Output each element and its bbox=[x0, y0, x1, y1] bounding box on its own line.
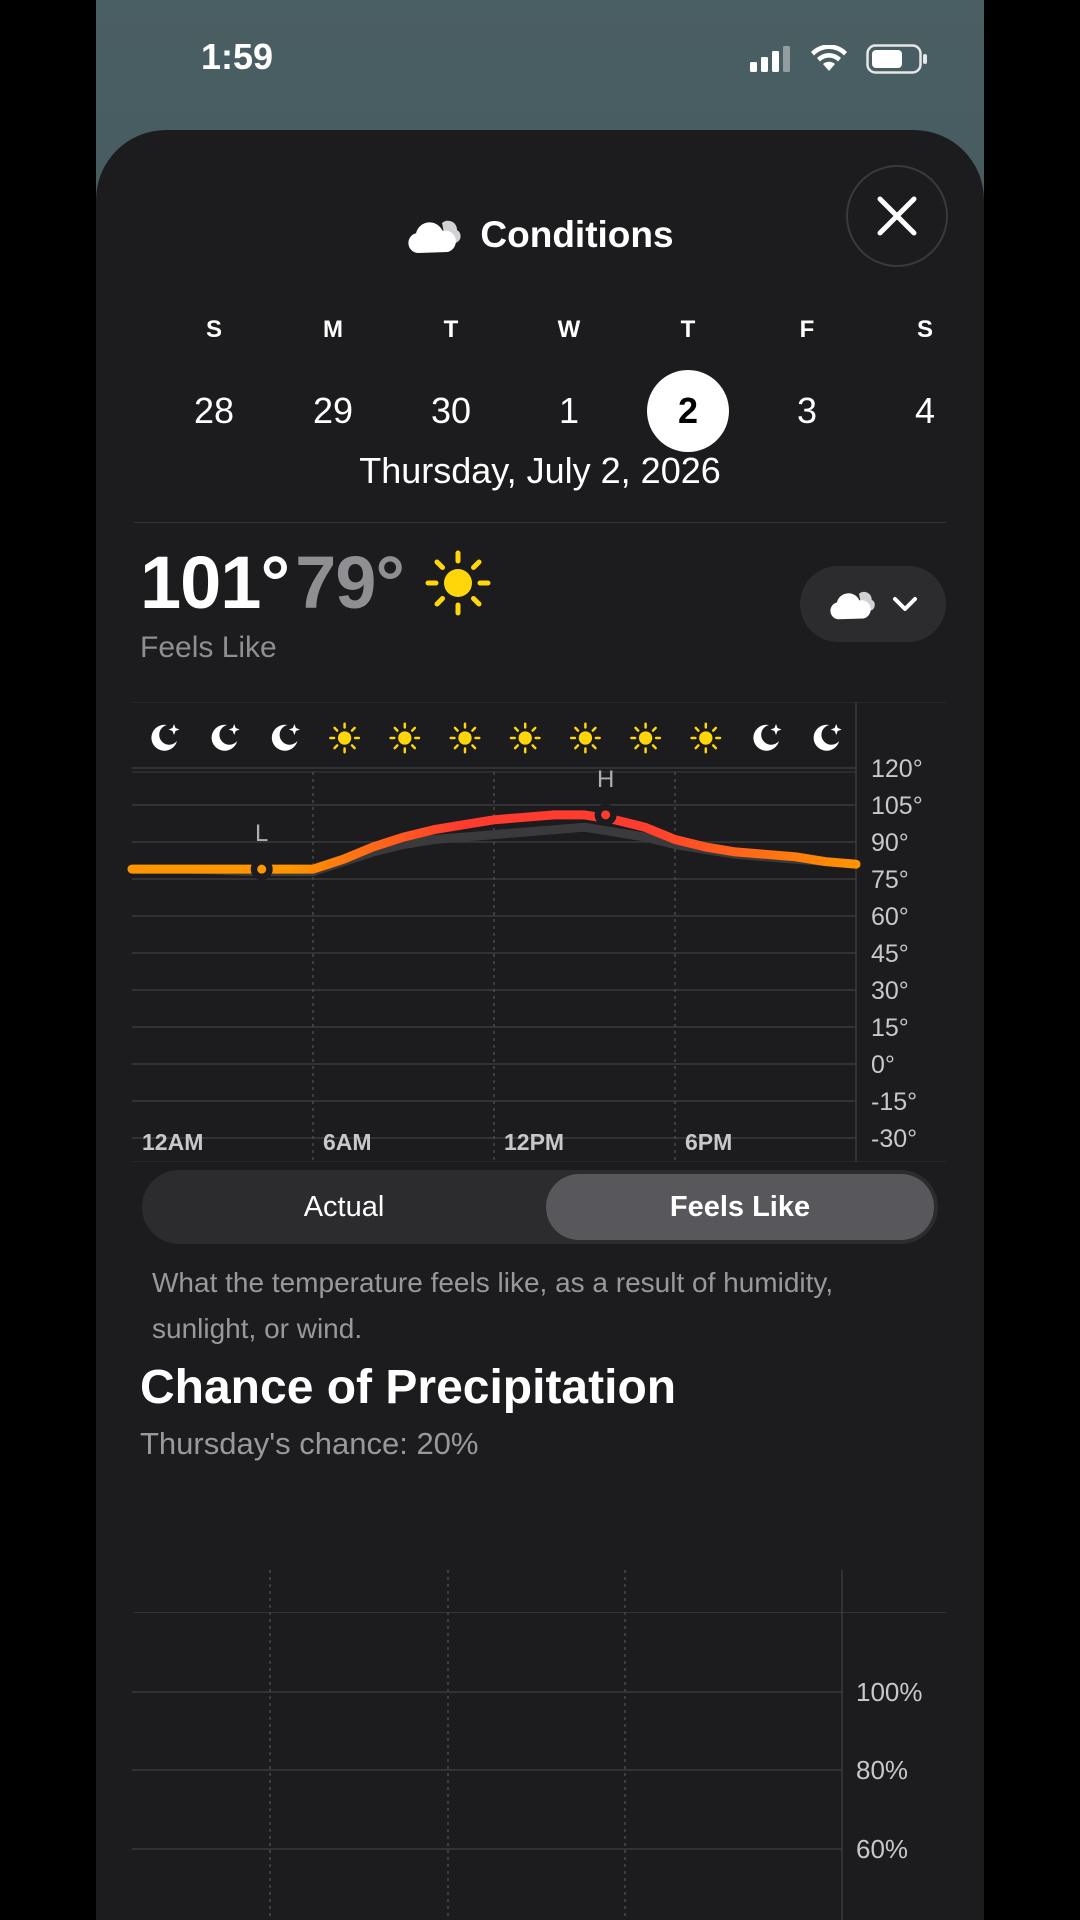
phone-screen: 1:59 Conditions S 28 M 29 T 30 W 1 T 2 F… bbox=[96, 0, 984, 1920]
sun-icon bbox=[449, 722, 481, 754]
actual-feels-like-toggle: Actual Feels Like bbox=[142, 1170, 938, 1244]
low-point-dot bbox=[257, 864, 267, 874]
y-tick-label: 0° bbox=[871, 1051, 895, 1079]
y-tick-label: 45° bbox=[871, 940, 909, 968]
y-tick-label: 80% bbox=[856, 1755, 908, 1785]
y-tick-label: 60° bbox=[871, 903, 909, 931]
high-label: H bbox=[597, 766, 614, 793]
sun-icon bbox=[509, 722, 541, 754]
wifi-icon bbox=[811, 45, 847, 71]
day-of-week-label: S bbox=[205, 316, 222, 343]
precipitation-chart: 100% 80% 60% bbox=[132, 1570, 923, 1920]
feels-like-description: What the temperature feels like, as a re… bbox=[152, 1267, 834, 1344]
moon-icon bbox=[151, 724, 180, 751]
y-tick-label: 60% bbox=[856, 1834, 908, 1864]
status-bar: 1:59 bbox=[96, 0, 984, 120]
high-point-dot bbox=[601, 810, 611, 820]
moon-icon bbox=[813, 724, 842, 751]
status-time: 1:59 bbox=[201, 36, 274, 77]
day-4[interactable]: T 30 bbox=[401, 310, 501, 452]
day-3[interactable]: M 29 bbox=[283, 310, 383, 452]
y-tick-label: 30° bbox=[871, 977, 909, 1005]
low-label: L bbox=[255, 820, 268, 847]
x-tick-label: 6PM bbox=[685, 1129, 732, 1155]
sun-icon bbox=[389, 722, 421, 754]
day-number: 29 bbox=[312, 390, 354, 431]
day-of-week-label: W bbox=[557, 316, 581, 343]
close-icon bbox=[877, 196, 917, 236]
chevron-down-icon bbox=[893, 597, 917, 611]
day-number: 30 bbox=[430, 390, 472, 431]
day-of-week-label: S bbox=[96, 310, 136, 350]
moon-icon bbox=[271, 724, 300, 751]
day-of-week-label: F bbox=[799, 316, 815, 343]
day-number: 28 bbox=[193, 390, 235, 431]
y-tick-label: 90° bbox=[871, 829, 909, 857]
feels-like-temperature-chart: 120° 105° 90° 75° 60° 45° 30° 15° 0° -15° -30° 12AM… bbox=[127, 702, 946, 1162]
sun-icon bbox=[690, 722, 722, 754]
day-1[interactable]: S7 bbox=[96, 310, 136, 452]
feels-like-segment[interactable]: Feels Like bbox=[546, 1174, 934, 1240]
day-8[interactable]: S4 bbox=[875, 310, 975, 452]
day-7[interactable]: F3 bbox=[757, 310, 857, 452]
y-tick-label: 75° bbox=[871, 866, 909, 894]
layer-selector-button[interactable] bbox=[800, 566, 946, 642]
moon-icon bbox=[753, 724, 782, 751]
day-2[interactable]: S 28 bbox=[164, 310, 264, 452]
sun-icon bbox=[425, 550, 491, 615]
day-6[interactable]: T2 bbox=[638, 310, 738, 452]
cellular-signal-icon bbox=[750, 46, 790, 72]
cloud-icon bbox=[408, 220, 462, 253]
week-day-picker: S7S28M29T30W1T2F3S4 bbox=[96, 310, 984, 452]
cloud-icon bbox=[830, 591, 875, 620]
battery-icon bbox=[866, 44, 927, 74]
divider bbox=[134, 522, 946, 523]
moon-icon bbox=[211, 724, 240, 751]
sun-icon bbox=[329, 722, 361, 754]
conditions-sheet: Conditions S7S28M29T30W1T2F3S4 Thursday,… bbox=[96, 130, 984, 1920]
sun-icon bbox=[569, 722, 601, 754]
actual-segment[interactable]: Actual bbox=[146, 1174, 542, 1240]
temperature-row: 101° 79° bbox=[140, 540, 494, 625]
y-tick-label: 15° bbox=[871, 1014, 909, 1042]
temperature-summary: 101° 79° Feels Like bbox=[140, 540, 494, 665]
sun-icon bbox=[630, 722, 662, 754]
day-of-week-label: T bbox=[680, 316, 696, 343]
y-tick-label: 120° bbox=[871, 755, 923, 783]
status-icons bbox=[750, 44, 928, 74]
y-tick-label: -30° bbox=[871, 1125, 917, 1153]
day-of-week-label: M bbox=[323, 316, 343, 343]
y-tick-label: 100% bbox=[856, 1677, 923, 1707]
day-number: 3 bbox=[796, 390, 818, 431]
day-number: 4 bbox=[914, 390, 936, 431]
close-button[interactable] bbox=[846, 165, 948, 267]
day-of-week-label: T bbox=[443, 316, 459, 343]
selected-date-label: Thursday, July 2, 2026 bbox=[359, 450, 721, 491]
low-temperature: 79° bbox=[295, 541, 405, 624]
x-tick-label: 12AM bbox=[142, 1129, 203, 1155]
x-tick-label: 6AM bbox=[323, 1129, 372, 1155]
day-number: 7 bbox=[96, 370, 127, 452]
selected-day-number: 2 bbox=[647, 370, 729, 452]
day-number: 1 bbox=[558, 390, 580, 431]
x-tick-label: 12PM bbox=[504, 1129, 564, 1155]
y-tick-label: -15° bbox=[871, 1088, 917, 1116]
precipitation-subtitle: Thursday's chance: 20% bbox=[140, 1426, 479, 1461]
summary-subtitle: Feels Like bbox=[140, 631, 277, 664]
y-tick-label: 105° bbox=[871, 792, 923, 820]
day-5[interactable]: W1 bbox=[519, 310, 619, 452]
header-title: Conditions bbox=[480, 214, 674, 255]
precipitation-title: Chance of Precipitation bbox=[140, 1361, 677, 1414]
high-temperature: 101° bbox=[140, 541, 290, 624]
day-of-week-label: S bbox=[916, 316, 933, 343]
